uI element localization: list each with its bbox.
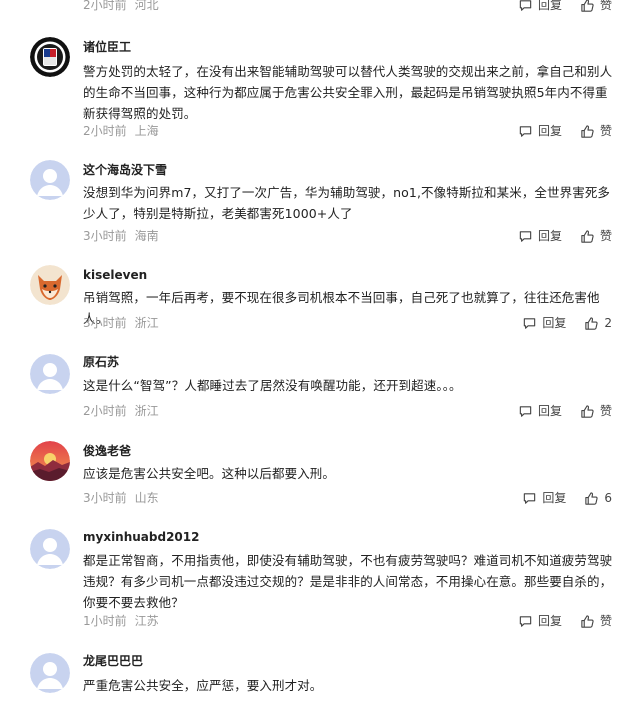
thumbs-up-icon <box>581 614 594 628</box>
thumbs-up-icon <box>581 404 594 418</box>
comment-location: 山东 <box>134 491 159 505</box>
comment-time: 1小时前 <box>83 614 127 628</box>
comment-time: 2小时前 <box>83 124 127 138</box>
like-button[interactable]: 赞 <box>580 123 612 139</box>
reply-button[interactable]: 回复 <box>522 315 566 331</box>
comment-bubble-icon <box>524 317 536 329</box>
comment-bubble-icon <box>519 405 532 417</box>
comment-time: 2小时前 <box>83 0 127 12</box>
comment-actions: 回复 赞 <box>518 403 612 419</box>
reply-label: 回复 <box>537 404 562 418</box>
like-label: 赞 <box>599 614 612 628</box>
comment-text: 警方处罚的太轻了，在没有出来智能辅助驾驶可以替代人类驾驶的交规出来之前，拿自己和… <box>83 64 613 121</box>
default-user-avatar-icon <box>30 529 70 569</box>
comment-meta: 3小时前 山东 <box>83 490 159 506</box>
thumbs-up-icon <box>581 0 594 12</box>
thumbs-up-icon <box>585 316 598 330</box>
avatar[interactable] <box>30 441 70 481</box>
comment-actions: 回复 6 <box>522 490 612 506</box>
comment-username[interactable]: 原石苏 <box>83 354 119 370</box>
comment-text: 没想到华为问界m7，又打了一次广告，华为辅助驾驶，no1,不像特斯拉和某米，全世… <box>83 185 611 221</box>
thumbs-up-icon <box>585 491 598 505</box>
default-user-avatar-icon <box>30 653 70 693</box>
reply-label: 回复 <box>537 124 562 138</box>
comment-bubble-icon <box>519 615 532 627</box>
avatar[interactable] <box>30 529 70 569</box>
reply-button[interactable]: 回复 <box>522 490 566 506</box>
comment-username[interactable]: kiseleven <box>83 267 147 283</box>
comment-bubble-icon <box>519 230 532 242</box>
reply-label: 回复 <box>537 614 562 628</box>
comment-meta: 3小时前 浙江 <box>83 315 159 331</box>
comment-location: 江苏 <box>134 614 159 628</box>
fox-cartoon-avatar-icon <box>30 265 70 305</box>
alpina-badge-avatar-icon <box>30 37 70 77</box>
comment-location: 浙江 <box>134 316 159 330</box>
comment-text: 应该是危害公共安全吧。这种以后都要入刑。 <box>83 466 336 481</box>
like-count: 2 <box>604 316 612 330</box>
default-user-avatar-icon <box>30 160 70 200</box>
comment-bubble-icon <box>519 0 532 11</box>
comment-text: 都是正常智商，不用指责他，即使没有辅助驾驶，不也有疲劳驾驶吗？难道司机不知道疲劳… <box>83 553 613 610</box>
comment-location: 浙江 <box>134 404 159 418</box>
reply-label: 回复 <box>542 316 567 330</box>
avatar[interactable] <box>30 37 70 77</box>
reply-label: 回复 <box>537 0 562 12</box>
avatar[interactable] <box>30 160 70 200</box>
comment-time: 2小时前 <box>83 404 127 418</box>
like-button[interactable]: 赞 <box>580 0 612 13</box>
comment-meta: 2小时前 河北 <box>83 0 159 13</box>
comment-username[interactable]: 这个海岛没下雪 <box>83 162 167 178</box>
like-count: 6 <box>604 491 612 505</box>
comment-actions: 回复 2 <box>522 315 612 331</box>
comment-actions: 回复 赞 <box>518 0 612 13</box>
like-button[interactable]: 赞 <box>580 613 612 629</box>
comment-text: 严重危害公共安全，应严惩，要入刑才对。 <box>83 678 323 693</box>
reply-label: 回复 <box>542 491 567 505</box>
thumbs-up-icon <box>581 124 594 138</box>
like-label: 赞 <box>599 124 612 138</box>
like-button[interactable]: 2 <box>584 315 612 331</box>
avatar[interactable] <box>30 354 70 394</box>
avatar[interactable] <box>30 653 70 693</box>
sunset-landscape-avatar-icon <box>30 441 70 481</box>
comment-time: 3小时前 <box>83 316 127 330</box>
like-label: 赞 <box>599 0 612 12</box>
like-label: 赞 <box>599 404 612 418</box>
reply-label: 回复 <box>537 229 562 243</box>
comment-text: 这是什么“智驾”？人都睡过去了居然没有唤醒功能，还开到超速。。。 <box>83 378 462 393</box>
avatar[interactable] <box>30 265 70 305</box>
comment-username[interactable]: myxinhuabd2012 <box>83 529 199 545</box>
comment-meta: 3小时前 海南 <box>83 228 159 244</box>
comment-actions: 回复 赞 <box>518 123 612 139</box>
comment-location: 海南 <box>134 229 159 243</box>
reply-button[interactable]: 回复 <box>518 403 562 419</box>
comment-actions: 回复 赞 <box>518 228 612 244</box>
comment-bubble-icon <box>524 492 536 504</box>
like-label: 赞 <box>599 229 612 243</box>
like-button[interactable]: 6 <box>584 490 612 506</box>
comment-username[interactable]: 诸位臣工 <box>83 39 131 55</box>
comment-meta: 2小时前 上海 <box>83 123 159 139</box>
like-button[interactable]: 赞 <box>580 403 612 419</box>
reply-button[interactable]: 回复 <box>518 123 562 139</box>
comment-username[interactable]: 龙尾巴巴巴 <box>83 653 143 669</box>
comment-username[interactable]: 俊逸老爸 <box>83 443 131 459</box>
comment-location: 上海 <box>134 124 159 138</box>
default-user-avatar-icon <box>30 354 70 394</box>
comment-time: 3小时前 <box>83 491 127 505</box>
comment-meta: 1小时前 江苏 <box>83 613 159 629</box>
thumbs-up-icon <box>581 229 594 243</box>
comment-meta: 2小时前 浙江 <box>83 403 159 419</box>
reply-button[interactable]: 回复 <box>518 228 562 244</box>
comment-time: 3小时前 <box>83 229 127 243</box>
reply-button[interactable]: 回复 <box>518 0 562 13</box>
reply-button[interactable]: 回复 <box>518 613 562 629</box>
comment-location: 河北 <box>134 0 159 12</box>
comment-actions: 回复 赞 <box>518 613 612 629</box>
comment-bubble-icon <box>519 125 532 137</box>
like-button[interactable]: 赞 <box>580 228 612 244</box>
